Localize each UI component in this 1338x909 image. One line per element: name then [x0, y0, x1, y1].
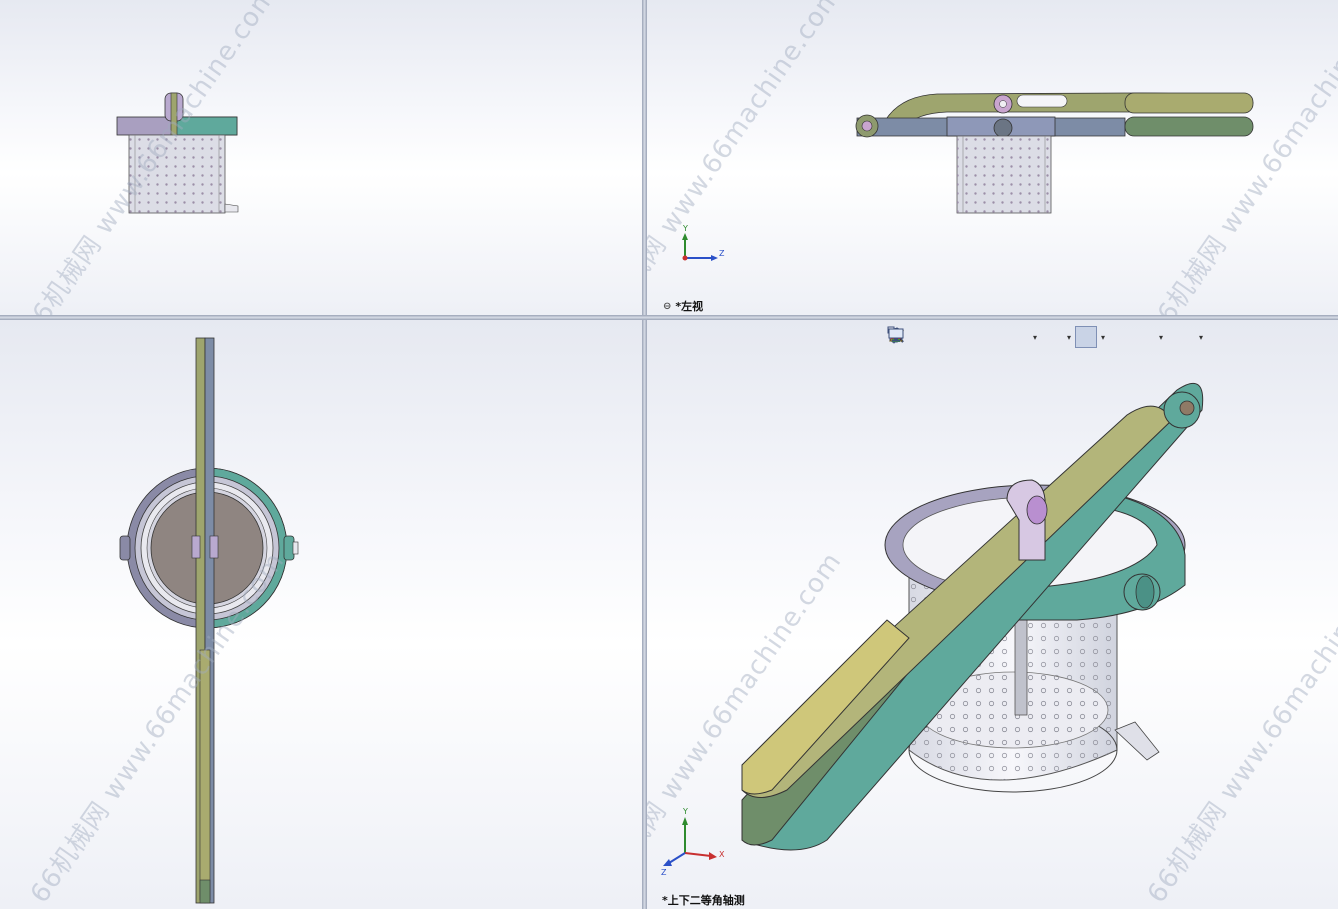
spout: [1114, 721, 1160, 761]
axis-triad: [682, 233, 718, 261]
axis-z-label: Z: [719, 249, 725, 258]
viewport-top-right[interactable]: Y Z ⊖ *左视 66机械网 www.66machine.com 66机械网 …: [647, 0, 1338, 315]
link-icon: ⊖: [663, 300, 672, 312]
axis-y-label: Y: [683, 807, 688, 816]
isometric-view-drawing: [663, 382, 1204, 866]
viewport-bottom-right[interactable]: ▾ ▾ ▾ ▾ ▾ Y X Z *上下二等角轴测 66机械网 www.66mac…: [647, 320, 1338, 909]
viewport-bottom-left[interactable]: 66机械网 www.66machine.com: [0, 320, 642, 909]
axis-y-label: Y: [683, 224, 688, 233]
vertical-splitter[interactable]: [642, 0, 647, 909]
top-view-drawing: [119, 337, 299, 904]
axis-x-label: X: [719, 850, 725, 859]
axis-z-label: Z: [661, 868, 667, 877]
axis-triad: [663, 817, 717, 866]
left-view-drawing: [682, 92, 1254, 261]
view-name: ⊖ *左视: [663, 298, 703, 314]
horizontal-splitter[interactable]: [0, 315, 1338, 320]
view-name-text: *左视: [675, 300, 704, 313]
view-name-text: *上下二等角轴测: [662, 894, 745, 907]
spout: [224, 203, 239, 213]
viewport-top-left[interactable]: 66机械网 www.66machine.com: [0, 0, 642, 315]
front-view-drawing: [116, 92, 239, 214]
